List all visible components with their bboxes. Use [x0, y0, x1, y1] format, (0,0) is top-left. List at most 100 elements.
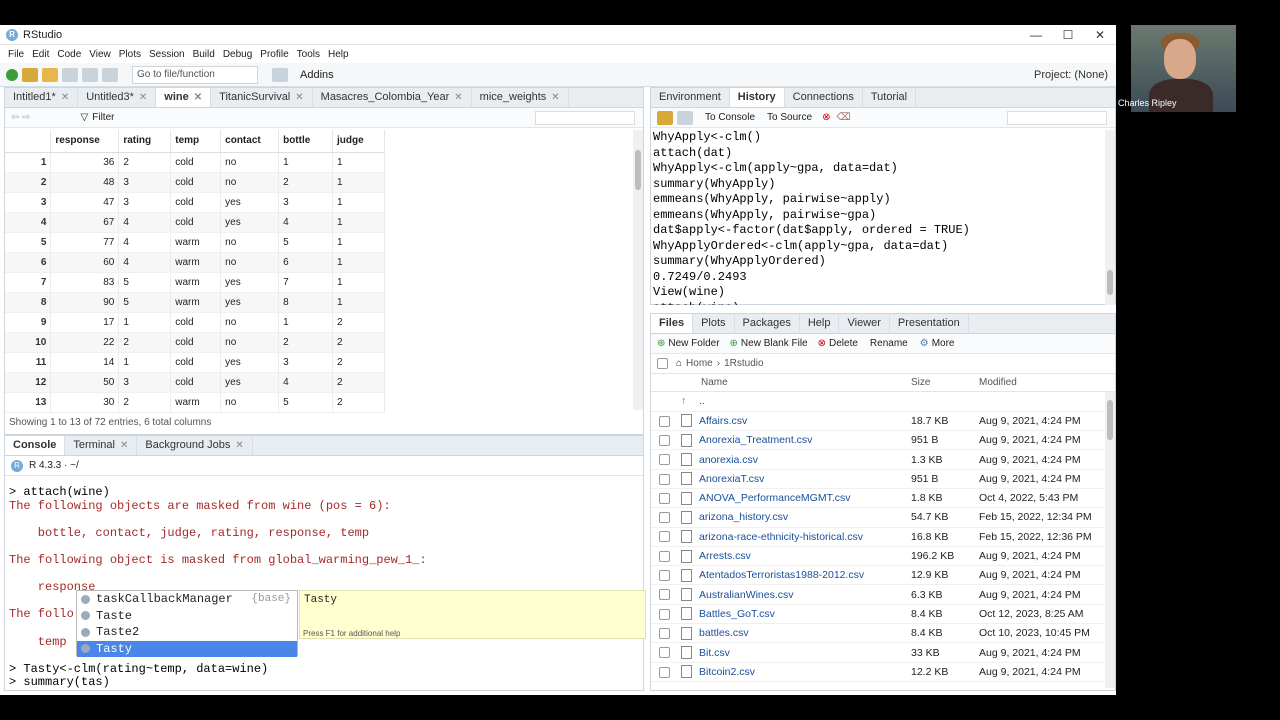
- column-header[interactable]: temp: [170, 130, 222, 153]
- table-row[interactable]: 5 77 4 warm no 5 1: [5, 232, 385, 253]
- autocomplete-item[interactable]: Taste: [77, 608, 297, 625]
- breadcrumb-home[interactable]: Home: [686, 358, 713, 369]
- menu-code[interactable]: Code: [57, 49, 81, 60]
- tab-packages[interactable]: Packages: [735, 314, 800, 333]
- file-name[interactable]: Bit.csv: [699, 642, 911, 663]
- remove-icon[interactable]: ⊗: [822, 112, 830, 123]
- close-icon[interactable]: ✕: [120, 440, 128, 451]
- filter-icon[interactable]: ▽: [81, 112, 89, 123]
- file-name[interactable]: arizona_history.csv: [699, 507, 911, 528]
- table-row[interactable]: 8 90 5 warm yes 8 1: [5, 292, 385, 313]
- file-name[interactable]: ..: [699, 392, 911, 412]
- history-entry[interactable]: attach(wine): [653, 301, 1103, 306]
- back-forward-icon[interactable]: ⇦ ⇨: [11, 112, 31, 123]
- modified-column-header[interactable]: Modified: [979, 377, 1017, 388]
- file-row[interactable]: AnorexiaT.csv 951 B Aug 9, 2021, 4:24 PM: [651, 469, 1107, 489]
- load-history-icon[interactable]: [657, 110, 673, 125]
- tab-environment[interactable]: Environment: [651, 88, 730, 107]
- history-entry[interactable]: emmeans(WhyApply, pairwise~apply): [653, 192, 1103, 208]
- file-row[interactable]: AtentadosTerroristas1988-2012.csv 12.9 KB…: [651, 565, 1107, 586]
- file-name[interactable]: battles.csv: [699, 623, 911, 644]
- close-icon[interactable]: ✕: [551, 92, 559, 103]
- file-name[interactable]: AtentadosTerroristas1988-2012.csv: [699, 565, 911, 586]
- tab-tutorial[interactable]: Tutorial: [863, 88, 917, 107]
- table-row[interactable]: 3 47 3 cold yes 3 1: [5, 192, 385, 213]
- history-search-input[interactable]: [1007, 110, 1107, 125]
- close-icon[interactable]: ✕: [295, 92, 303, 103]
- tab-console[interactable]: Console: [5, 436, 66, 455]
- new-blank-file-button[interactable]: New Blank File: [741, 338, 808, 349]
- history-entry[interactable]: 0.7249/0.2493: [653, 270, 1103, 286]
- grid-layout-icon[interactable]: [272, 67, 288, 82]
- addins-button[interactable]: Addins: [300, 69, 334, 81]
- file-name[interactable]: AnorexiaT.csv: [699, 469, 911, 489]
- table-row[interactable]: 10 22 2 cold no 2 2: [5, 332, 385, 353]
- maximize-button[interactable]: ☐: [1052, 28, 1084, 42]
- menu-file[interactable]: File: [8, 49, 24, 60]
- tab-untitled1[interactable]: Intitled1* ✕: [5, 88, 79, 107]
- close-icon[interactable]: ✕: [235, 440, 243, 451]
- close-icon[interactable]: ✕: [139, 92, 147, 103]
- file-name[interactable]: Battles_GoT.csv: [699, 604, 911, 625]
- history-entry[interactable]: dat$apply<-factor(dat$apply, ordered = T…: [653, 223, 1103, 239]
- file-row[interactable]: ↑..: [651, 392, 1107, 412]
- history-entry[interactable]: summary(WhyApply): [653, 177, 1103, 193]
- history-entry[interactable]: WhyApplyOrdered<-clm(apply~gpa, data=dat…: [653, 239, 1103, 255]
- table-row[interactable]: 4 67 4 cold yes 4 1: [5, 212, 385, 233]
- file-row[interactable]: Battles_GoT.csv 8.4 KB Oct 12, 2023, 8:25 …: [651, 604, 1107, 625]
- save-history-icon[interactable]: [677, 110, 693, 125]
- file-checkbox[interactable]: [659, 512, 670, 524]
- size-column-header[interactable]: Size: [911, 377, 979, 388]
- to-source-button[interactable]: To Source: [767, 112, 812, 123]
- to-console-button[interactable]: To Console: [705, 112, 755, 123]
- tab-files[interactable]: Files: [651, 314, 694, 333]
- tab-titanicsurvival[interactable]: TitanicSurvival ✕: [211, 88, 313, 107]
- file-checkbox[interactable]: [659, 589, 670, 601]
- table-row[interactable]: 6 60 4 warm no 6 1: [5, 252, 385, 273]
- file-checkbox[interactable]: [659, 550, 670, 562]
- tab-wine[interactable]: wine ✕: [156, 88, 212, 107]
- file-checkbox[interactable]: [659, 415, 670, 427]
- breadcrumb-dir[interactable]: 1Rstudio: [724, 358, 763, 369]
- table-row[interactable]: 11 14 1 cold yes 3 2: [5, 352, 385, 373]
- close-icon[interactable]: ✕: [454, 92, 462, 103]
- files-scrollbar[interactable]: [1105, 392, 1115, 688]
- file-row[interactable]: battles.csv 8.4 KB Oct 10, 2023, 10:45 PM: [651, 623, 1107, 644]
- tab-connections[interactable]: Connections: [785, 88, 863, 107]
- file-checkbox[interactable]: [659, 473, 670, 485]
- table-row[interactable]: 12 50 3 cold yes 4 2: [5, 372, 385, 393]
- autocomplete-item[interactable]: Taste2: [77, 624, 297, 641]
- file-checkbox[interactable]: [659, 608, 670, 620]
- file-checkbox[interactable]: [659, 454, 670, 466]
- column-header[interactable]: contact: [220, 130, 280, 153]
- filter-button[interactable]: Filter: [92, 112, 114, 123]
- project-menu[interactable]: Project: (None): [1034, 69, 1108, 81]
- rename-button[interactable]: Rename: [870, 338, 908, 349]
- file-row[interactable]: AustralianWines.csv 6.3 KB Aug 9, 2021, 4:…: [651, 584, 1107, 605]
- tab-viewer[interactable]: Viewer: [839, 314, 890, 333]
- name-column-header[interactable]: Name: [701, 377, 911, 388]
- viewer-search-input[interactable]: [535, 110, 635, 125]
- table-row[interactable]: 13 30 2 warm no 5 2: [5, 392, 385, 413]
- close-button[interactable]: ✕: [1084, 28, 1116, 42]
- file-row[interactable]: Bitcoin2.csv 12.2 KB Aug 9, 2021, 4:24 PM: [651, 662, 1107, 682]
- tab-terminal[interactable]: Terminal ✕: [65, 436, 138, 455]
- file-name[interactable]: Affairs.csv: [699, 411, 911, 432]
- history-entry[interactable]: WhyApply<-clm(apply~gpa, data=dat): [653, 161, 1103, 177]
- menu-debug[interactable]: Debug: [223, 49, 252, 60]
- file-name[interactable]: ANOVA_PerformanceMGMT.csv: [699, 488, 911, 509]
- close-icon[interactable]: ✕: [61, 92, 69, 103]
- file-name[interactable]: Bitcoin2.csv: [699, 662, 911, 682]
- delete-button[interactable]: Delete: [829, 338, 858, 349]
- file-checkbox[interactable]: [659, 531, 670, 543]
- tab-masacres[interactable]: Masacres_Colombia_Year ✕: [313, 88, 472, 107]
- file-row[interactable]: arizona_history.csv 54.7 KB Feb 15, 2022, …: [651, 507, 1107, 528]
- menu-edit[interactable]: Edit: [32, 49, 49, 60]
- menu-session[interactable]: Session: [149, 49, 185, 60]
- history-entry[interactable]: WhyApply<-clm(): [653, 130, 1103, 146]
- console-output[interactable]: > attach(wine) The following objects are …: [9, 485, 427, 690]
- new-file-icon[interactable]: [6, 68, 18, 81]
- more-button[interactable]: More: [932, 338, 955, 349]
- file-row[interactable]: Affairs.csv 18.7 KB Aug 9, 2021, 4:24 PM: [651, 411, 1107, 432]
- menu-profile[interactable]: Profile: [260, 49, 288, 60]
